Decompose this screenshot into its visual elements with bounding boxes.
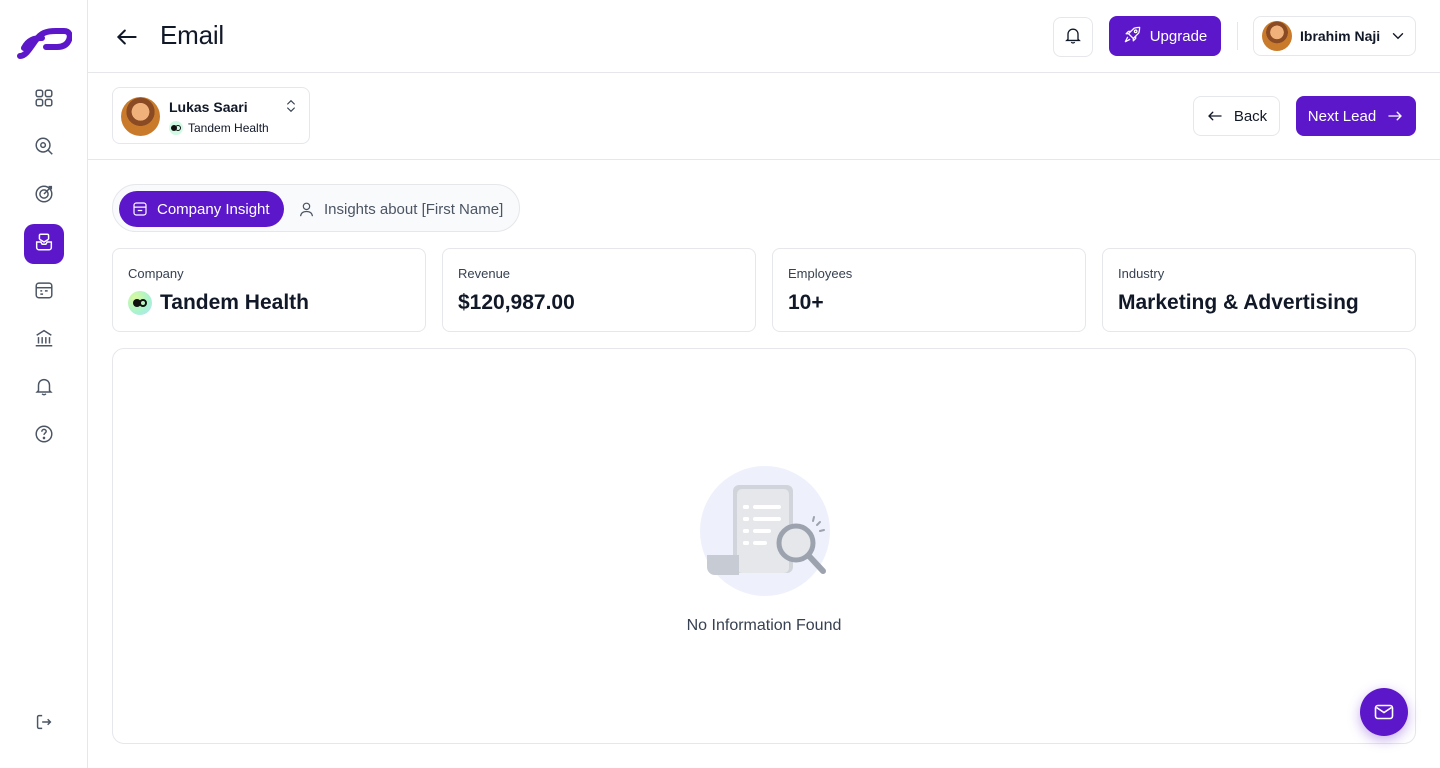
tab-company-insight[interactable]: Company Insight: [119, 191, 284, 227]
nav-calendar[interactable]: [24, 272, 64, 312]
brand-logo[interactable]: [16, 26, 73, 62]
stat-card-revenue: Revenue $120,987.00: [442, 248, 756, 332]
compose-email-button[interactable]: [1360, 688, 1408, 736]
stat-label: Industry: [1118, 266, 1165, 281]
stat-card-employees: Employees 10+: [772, 248, 1086, 332]
stat-value: Tandem Health: [128, 291, 309, 315]
stat-label: Employees: [788, 266, 853, 281]
stat-value: $120,987.00: [458, 291, 575, 314]
nav-help[interactable]: [24, 416, 64, 456]
upgrade-label: Upgrade: [1149, 27, 1208, 45]
empty-state-message: No Information Found: [686, 617, 842, 634]
calendar-icon: [33, 279, 55, 306]
stat-label: Revenue: [458, 266, 511, 281]
insight-tabs: Company Insight Insights about [First Na…: [112, 184, 520, 232]
chevron-up-down-icon: [283, 98, 299, 119]
inbox-icon: [33, 231, 55, 258]
stat-value: Marketing & Advertising: [1118, 291, 1359, 314]
logout-icon: [33, 711, 55, 738]
sidebar: [0, 0, 88, 768]
search-icon: [33, 135, 55, 162]
lead-bar: Lukas Saari Tandem Health Back Next Lead: [88, 73, 1440, 160]
nav-organization[interactable]: [24, 320, 64, 360]
user-name: Ibrahim Naji: [1300, 28, 1381, 44]
nav-search[interactable]: [24, 128, 64, 168]
avatar: [1262, 21, 1292, 51]
page-title: Email: [160, 20, 225, 50]
company-logo-icon: [128, 291, 152, 315]
target-icon: [33, 183, 55, 210]
next-lead-button[interactable]: Next Lead: [1296, 96, 1416, 136]
user-icon: [297, 200, 316, 219]
header-divider: [1237, 22, 1238, 50]
database-icon: [131, 200, 149, 218]
upgrade-button[interactable]: Upgrade: [1109, 16, 1221, 56]
nav-logout[interactable]: [24, 704, 64, 744]
arrow-right-icon: [1386, 107, 1404, 125]
next-lead-label: Next Lead: [1307, 107, 1377, 125]
back-arrow-icon[interactable]: [112, 22, 142, 52]
nav-email[interactable]: [24, 224, 64, 264]
lead-name: Lukas Saari: [169, 99, 248, 115]
back-label: Back: [1233, 107, 1268, 125]
bell-icon: [1063, 25, 1083, 50]
lead-selector[interactable]: Lukas Saari Tandem Health: [112, 87, 310, 144]
stat-card-company: Company Tandem Health: [112, 248, 426, 332]
bank-icon: [33, 327, 55, 354]
company-name: Tandem Health: [160, 291, 309, 314]
chevron-down-icon: [1389, 27, 1407, 45]
nav-dashboard[interactable]: [24, 80, 64, 120]
stat-value: 10+: [788, 291, 824, 314]
notifications-button[interactable]: [1053, 17, 1093, 57]
lead-avatar: [121, 97, 160, 136]
company-logo-icon: [169, 121, 183, 135]
insight-panel: No Information Found: [112, 348, 1416, 744]
tab-lead-insights[interactable]: Insights about [First Name]: [285, 191, 515, 227]
nav-notifications[interactable]: [24, 368, 64, 408]
user-menu[interactable]: Ibrahim Naji: [1253, 16, 1416, 56]
grid-icon: [33, 87, 55, 114]
back-button[interactable]: Back: [1193, 96, 1280, 136]
stat-card-industry: Industry Marketing & Advertising: [1102, 248, 1416, 332]
top-header: Email Upgrade Ibrahim Naji: [88, 0, 1440, 73]
tab-company-insight-label: Company Insight: [157, 200, 270, 218]
empty-document-icon: [699, 465, 831, 597]
lead-company-name: Tandem Health: [188, 121, 269, 135]
stat-label: Company: [128, 266, 184, 281]
bell-icon: [33, 375, 55, 402]
help-icon: [33, 423, 55, 450]
rocket-icon: [1123, 25, 1142, 48]
nav-targets[interactable]: [24, 176, 64, 216]
tab-lead-insights-label: Insights about [First Name]: [324, 200, 504, 218]
lead-company: Tandem Health: [169, 121, 269, 135]
arrow-left-icon: [1206, 107, 1224, 125]
mail-icon: [1372, 700, 1396, 724]
